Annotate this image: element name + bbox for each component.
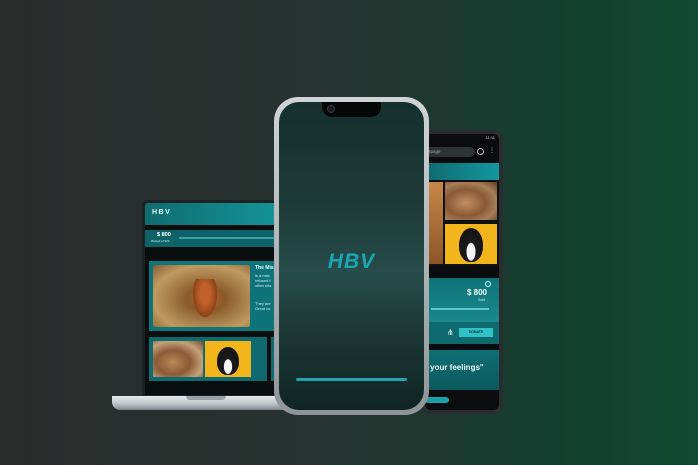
status-time: 11:11 [485,135,495,140]
splash-logo: HBV [327,250,376,273]
android-screen: 11:11 epage ⋮ 👤 $ 800 Sold ⋔ DONATE ell … [425,134,499,410]
gallery-image[interactable] [445,182,497,220]
share-icon[interactable]: ⋔ [447,328,456,337]
gallery-image[interactable] [205,341,251,377]
settings-icon[interactable] [485,281,491,287]
loading-bar [296,378,407,381]
gallery [149,337,267,381]
site-logo[interactable]: HBV [152,209,171,216]
dog-image [193,279,217,317]
dog-photo [153,265,250,327]
url-bar[interactable]: epage [425,147,475,157]
pill-button[interactable] [425,397,449,403]
donate-button[interactable]: DONATE [459,328,493,337]
quote-card: ell your feelings" [425,350,499,390]
dog-image [217,347,239,375]
fundraise-bar: $ 800 Raised of 900 [145,230,289,247]
dog-image [459,228,483,262]
feature-text-2: They are Great co [255,301,271,311]
quote-text: ell your feelings" [425,363,484,372]
progress-bar [431,308,489,310]
site-header: 👤 [425,163,499,204]
progress-bar [179,237,289,239]
raised-amount: $ 800 [157,232,171,238]
feature-title: The Mis [255,265,274,271]
info-icon[interactable] [477,148,484,155]
raised-caption: Sold [477,298,485,302]
status-bar: 11:11 [425,134,499,142]
action-row: ⋔ DONATE [425,322,499,344]
raised-caption: Raised of 900 [151,239,170,243]
laptop-screen: HBV $ 800 Raised of 900 The Mis is a mis… [142,200,292,398]
gallery [425,182,499,266]
gallery-image[interactable] [153,341,203,377]
camera-icon [327,105,335,113]
feature-text: is a mist refused t often mis [255,273,272,288]
more-menu-icon[interactable]: ⋮ [489,148,495,156]
site-header: HBV [145,203,289,225]
laptop-notch [186,396,226,400]
gallery-image[interactable] [445,224,497,264]
raised-amount: $ 800 [466,288,487,297]
feature-card: The Mis is a mist refused t often mis Th… [149,261,289,331]
